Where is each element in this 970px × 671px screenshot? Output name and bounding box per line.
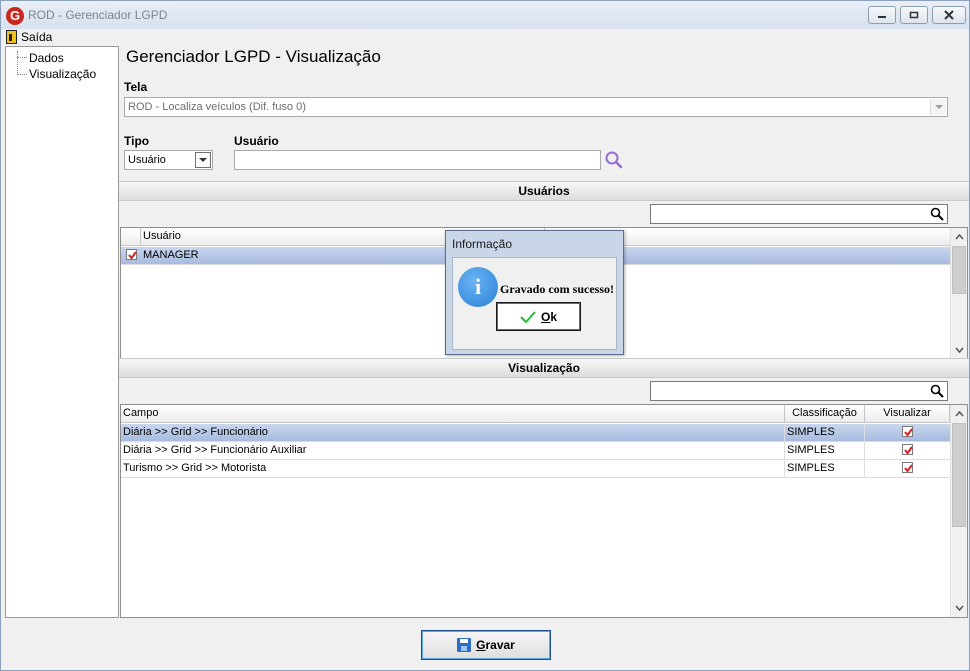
page-title: Gerenciador LGPD - Visualização — [126, 47, 381, 66]
menu-exit-label: Saída — [21, 30, 53, 44]
campo-cell: Turismo >> Grid >> Motorista — [121, 460, 785, 477]
usuarios-filter-input[interactable] — [650, 204, 948, 224]
scroll-up-button[interactable] — [951, 406, 967, 422]
app-logo-icon: G — [6, 7, 24, 25]
close-button[interactable] — [932, 6, 966, 24]
tipo-dropdown-arrow[interactable] — [195, 152, 211, 168]
visualizacao-scrollbar[interactable] — [950, 405, 967, 617]
usuarios-section-header: Usuários — [119, 181, 969, 201]
scroll-down-button[interactable] — [951, 342, 967, 358]
visualizacao-grid-header: Campo Classificação Visualizar — [121, 405, 950, 423]
checkmark-icon — [520, 310, 536, 323]
tela-label: Tela — [124, 80, 148, 94]
scroll-down-button[interactable] — [951, 600, 967, 616]
visualizar-cell[interactable] — [865, 442, 950, 459]
usuarios-scrollbar[interactable] — [950, 228, 967, 359]
minimize-button[interactable] — [868, 6, 896, 24]
menu-exit[interactable]: Saída — [6, 29, 52, 45]
tree-connector — [17, 51, 18, 75]
info-dialog: Informação i Gravado com sucesso! Ok — [445, 230, 624, 355]
checkmark-icon — [127, 250, 137, 260]
usuario-search-icon[interactable] — [604, 150, 624, 170]
tela-dropdown-arrow[interactable] — [930, 99, 946, 115]
tree-item-dados[interactable]: Dados — [29, 51, 64, 65]
app-window: G ROD - Gerenciador LGPD Saída Dados Vis… — [0, 0, 970, 671]
navigation-tree: Dados Visualização — [5, 46, 119, 618]
tela-select-value: ROD - Localiza veículos (Dif. fuso 0) — [128, 101, 306, 113]
scroll-up-button[interactable] — [951, 229, 967, 245]
save-button-label: Gravar — [476, 638, 515, 652]
tree-connector — [17, 57, 27, 58]
usuario-cell: MANAGER — [143, 249, 199, 261]
checkmark-icon — [904, 463, 913, 473]
search-icon[interactable] — [930, 207, 944, 221]
visualizar-cell[interactable] — [865, 460, 950, 477]
column-header-campo[interactable]: Campo — [121, 405, 785, 423]
restore-icon — [909, 11, 919, 19]
usuario-input[interactable] — [234, 150, 601, 170]
tipo-select[interactable]: Usuário — [124, 150, 213, 170]
dialog-message: Gravado com sucesso! — [500, 282, 614, 296]
chevron-down-icon — [954, 605, 964, 611]
chevron-down-icon — [934, 105, 943, 109]
tipo-select-value: Usuário — [128, 154, 166, 166]
scroll-thumb[interactable] — [952, 423, 966, 527]
campo-cell: Diária >> Grid >> Funcionário Auxiliar — [121, 442, 785, 459]
column-header-check[interactable] — [121, 228, 141, 246]
chevron-down-icon — [199, 158, 207, 162]
campo-cell: Diária >> Grid >> Funcionário — [121, 424, 785, 441]
visualizacao-filter-input[interactable] — [650, 381, 948, 401]
classificacao-cell: SIMPLES — [785, 460, 865, 477]
minimize-icon — [878, 16, 886, 18]
usuario-label: Usuário — [234, 134, 279, 148]
menu-bar: Saída — [1, 29, 969, 45]
column-header-visualizar[interactable]: Visualizar — [865, 405, 950, 423]
title-bar: G ROD - Gerenciador LGPD — [1, 1, 969, 29]
visualizar-cell[interactable] — [865, 424, 950, 441]
restore-button[interactable] — [900, 6, 928, 24]
chevron-up-icon — [954, 234, 964, 240]
table-row[interactable]: Diária >> Grid >> Funcionário SIMPLES — [121, 424, 950, 442]
save-button[interactable]: Gravar — [421, 630, 551, 660]
row-checkbox[interactable] — [125, 248, 137, 260]
visualizar-checkbox[interactable] — [902, 425, 913, 437]
tipo-label: Tipo — [124, 134, 150, 148]
close-icon — [944, 10, 954, 20]
ok-button-label: Ok — [540, 309, 558, 324]
checkmark-icon — [904, 427, 913, 437]
tree-item-visualizacao[interactable]: Visualização — [29, 67, 96, 81]
info-icon: i — [458, 267, 498, 307]
row-check-cell[interactable] — [121, 247, 141, 264]
search-icon[interactable] — [930, 384, 944, 398]
classificacao-cell: SIMPLES — [785, 442, 865, 459]
visualizacao-section-header: Visualização — [119, 358, 969, 378]
chevron-up-icon — [954, 411, 964, 417]
scroll-thumb[interactable] — [952, 246, 966, 294]
chevron-down-icon — [954, 347, 964, 353]
visualizacao-grid: Campo Classificação Visualizar Diária >>… — [120, 404, 968, 618]
ok-button[interactable]: Ok — [496, 302, 581, 331]
tela-select[interactable]: ROD - Localiza veículos (Dif. fuso 0) — [124, 97, 948, 117]
exit-door-icon — [6, 30, 17, 44]
window-title: ROD - Gerenciador LGPD — [28, 8, 168, 22]
floppy-disk-icon — [457, 638, 472, 652]
dialog-body: i Gravado com sucesso! Ok — [452, 257, 617, 350]
visualizar-checkbox[interactable] — [902, 443, 913, 455]
checkmark-icon — [904, 445, 913, 455]
tree-connector — [17, 74, 27, 75]
column-header-classificacao[interactable]: Classificação — [785, 405, 865, 423]
classificacao-cell: SIMPLES — [785, 424, 865, 441]
table-row[interactable]: Diária >> Grid >> Funcionário Auxiliar S… — [121, 442, 950, 460]
table-row[interactable]: Turismo >> Grid >> Motorista SIMPLES — [121, 460, 950, 478]
visualizar-checkbox[interactable] — [902, 461, 913, 473]
dialog-title: Informação — [452, 237, 513, 251]
